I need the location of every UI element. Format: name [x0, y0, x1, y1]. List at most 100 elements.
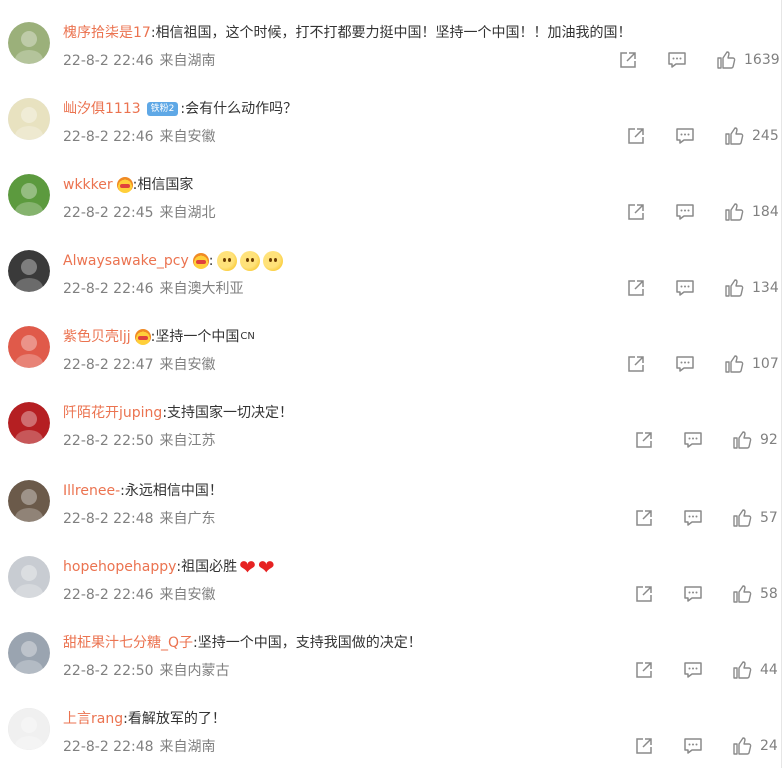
avatar[interactable]	[8, 98, 50, 140]
comment-item: 紫色贝壳ljj:坚持一个中国 CN 22-8-2 22:47 来自安徽 107	[0, 326, 780, 402]
comment-actions: 184	[626, 200, 779, 224]
comment-icon[interactable]	[675, 202, 695, 222]
username-link[interactable]: wkkker	[63, 174, 113, 196]
comment-icon[interactable]	[675, 278, 695, 298]
comment-icon[interactable]	[683, 660, 703, 680]
comment-header: hopehopehappy:祖国必胜 ❤ ❤	[63, 556, 275, 578]
share-icon[interactable]	[634, 508, 654, 528]
comment-header: wkkker:相信国家	[63, 174, 193, 196]
avatar[interactable]	[8, 480, 50, 522]
username-link[interactable]: 甜柾果汁七分糖_Q子	[63, 632, 193, 654]
comment-item: 屾汐俱1113 铁粉2:会有什么动作吗？ 22-8-2 22:46 来自安徽 245	[0, 98, 780, 174]
comment-item: hopehopehappy:祖国必胜 ❤ ❤ 22-8-2 22:46 来自安徽 58	[0, 556, 780, 632]
comment-header: 甜柾果汁七分糖_Q子:坚持一个中国，支持我国做的决定！	[63, 632, 422, 654]
like-icon[interactable]	[724, 278, 744, 298]
comment-item: 甜柾果汁七分糖_Q子:坚持一个中国，支持我国做的决定！ 22-8-2 22:50 来…	[0, 632, 780, 708]
comment-icon[interactable]	[683, 508, 703, 528]
like-icon[interactable]	[724, 354, 744, 374]
share-icon[interactable]	[626, 278, 646, 298]
like-icon[interactable]	[732, 584, 752, 604]
username-link[interactable]: 槐序拾柒是17	[63, 22, 151, 44]
like-icon[interactable]	[724, 126, 744, 146]
comment-item: 上言rang:看解放军的了！ 22-8-2 22:48 来自湖南 24	[0, 708, 780, 784]
avatar[interactable]	[8, 326, 50, 368]
share-icon[interactable]	[626, 126, 646, 146]
comment-meta: 22-8-2 22:50 来自内蒙古	[63, 660, 230, 682]
comment-header: 槐序拾柒是17:相信祖国，这个时候，打不打都要力挺中国！坚持一个中国！！加油我的…	[63, 22, 632, 44]
comment-location: 来自安徽	[159, 587, 216, 603]
avatar[interactable]	[8, 402, 50, 444]
username-link[interactable]: 阡陌花开juping	[63, 402, 162, 424]
share-icon[interactable]	[634, 660, 654, 680]
like-icon[interactable]	[724, 202, 744, 222]
username-link[interactable]: Illrenee-	[63, 480, 120, 502]
avatar[interactable]	[8, 632, 50, 674]
share-icon[interactable]	[626, 354, 646, 374]
comment-header: 阡陌花开juping:支持国家一切决定！	[63, 402, 293, 424]
page-divider	[781, 0, 782, 768]
avatar[interactable]	[8, 708, 50, 750]
like-icon[interactable]	[716, 50, 736, 70]
share-icon[interactable]	[626, 202, 646, 222]
comment-time: 22-8-2 22:50	[63, 663, 154, 679]
avatar[interactable]	[8, 250, 50, 292]
like-icon[interactable]	[732, 736, 752, 756]
like-icon[interactable]	[732, 508, 752, 528]
avatar[interactable]	[8, 174, 50, 216]
comment-actions: 92	[634, 428, 778, 452]
comment-meta: 22-8-2 22:50 来自江苏	[63, 430, 216, 452]
comment-meta: 22-8-2 22:46 来自澳大利亚	[63, 278, 244, 300]
comment-location: 来自湖南	[159, 739, 216, 755]
comment-time: 22-8-2 22:46	[63, 129, 154, 145]
username-link[interactable]: 紫色贝壳ljj	[63, 326, 131, 348]
comment-location: 来自安徽	[159, 357, 216, 373]
heart-emoji-icon: ❤	[239, 555, 256, 579]
comment-item: 槐序拾柒是17:相信祖国，这个时候，打不打都要力挺中国！坚持一个中国！！加油我的…	[0, 22, 780, 98]
surprised-emoji-icon	[239, 251, 260, 271]
comment-icon[interactable]	[683, 584, 703, 604]
comment-time: 22-8-2 22:46	[63, 587, 154, 603]
share-icon[interactable]	[634, 736, 654, 756]
username-link[interactable]: Alwaysawake_pcy	[63, 250, 189, 272]
username-link[interactable]: hopehopehappy	[63, 556, 176, 578]
heart-emoji-icon: ❤	[257, 555, 275, 579]
share-icon[interactable]	[634, 430, 654, 450]
comment-location: 来自湖北	[159, 205, 216, 221]
comment-item: Alwaysawake_pcy: 22-8-2 22:46 来自澳大利亚 134	[0, 250, 780, 326]
comment-icon[interactable]	[675, 126, 695, 146]
comment-meta: 22-8-2 22:48 来自广东	[63, 508, 216, 530]
comment-icon[interactable]	[667, 50, 687, 70]
comment-location: 来自澳大利亚	[159, 281, 244, 297]
share-icon[interactable]	[618, 50, 638, 70]
cn-emoji-icon: CN	[240, 331, 255, 342]
comment-actions: 44	[634, 658, 778, 682]
username-link[interactable]: 上言rang	[63, 708, 123, 730]
like-icon[interactable]	[732, 430, 752, 450]
comment-time: 22-8-2 22:46	[63, 281, 154, 297]
comment-actions: 245	[626, 124, 779, 148]
comment-meta: 22-8-2 22:45 来自湖北	[63, 202, 216, 224]
comment-text: :坚持一个中国	[150, 329, 240, 345]
like-count: 184	[752, 204, 779, 220]
surprised-emoji-icon	[262, 251, 283, 271]
comment-location: 来自内蒙古	[159, 663, 230, 679]
comment-time: 22-8-2 22:48	[63, 511, 154, 527]
share-icon[interactable]	[634, 584, 654, 604]
comment-text: :永远相信中国！	[120, 483, 223, 499]
comment-icon[interactable]	[675, 354, 695, 374]
like-count: 1639	[744, 52, 780, 68]
comment-icon[interactable]	[683, 430, 703, 450]
like-count: 24	[760, 738, 778, 754]
username-link[interactable]: 屾汐俱1113	[63, 98, 141, 120]
comment-location: 来自安徽	[159, 129, 216, 145]
like-icon[interactable]	[732, 660, 752, 680]
comment-actions: 24	[634, 734, 778, 758]
comment-icon[interactable]	[683, 736, 703, 756]
like-count: 107	[752, 356, 779, 372]
avatar[interactable]	[8, 22, 50, 64]
comment-location: 来自湖南	[159, 53, 216, 69]
comment-time: 22-8-2 22:46	[63, 53, 154, 69]
comment-meta: 22-8-2 22:48 来自湖南	[63, 736, 216, 758]
avatar[interactable]	[8, 556, 50, 598]
comment-text: :坚持一个中国，支持我国做的决定！	[193, 635, 422, 651]
